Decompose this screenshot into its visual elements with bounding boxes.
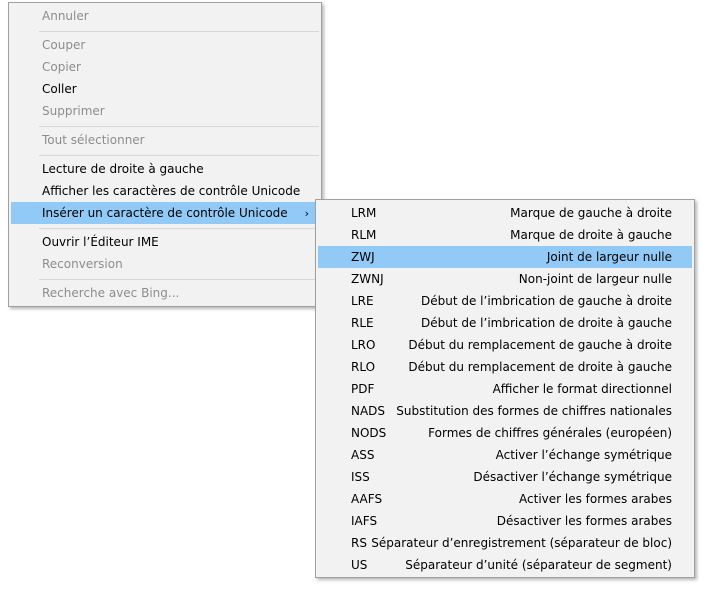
submenu-item-zwj[interactable]: ZWJ Joint de largeur nulle: [318, 246, 692, 268]
menu-item-label: Copier: [42, 60, 81, 74]
chevron-right-icon: ›: [304, 206, 309, 220]
submenu-item-rle[interactable]: RLE Début de l’imbrication de droite à g…: [318, 312, 692, 334]
menu-item-label: Reconversion: [42, 257, 123, 271]
control-code: AAFS: [351, 492, 383, 506]
submenu-item-lro[interactable]: LRO Début du remplacement de gauche à dr…: [318, 334, 692, 356]
control-description: Formes de chiffres générales (européen): [428, 426, 672, 440]
menu-item-coller[interactable]: Coller: [11, 78, 319, 100]
control-code: RS: [351, 536, 367, 550]
submenu-item-lrm[interactable]: LRM Marque de gauche à droite: [318, 202, 692, 224]
menu-separator: [39, 155, 319, 156]
control-code: ZWJ: [351, 250, 375, 264]
submenu-item-iafs[interactable]: IAFS Désactiver les formes arabes: [318, 510, 692, 532]
menu-item-recherche-bing[interactable]: Recherche avec Bing...: [11, 282, 319, 304]
menu-separator: [39, 228, 319, 229]
control-code: LRM: [351, 206, 377, 220]
control-code: ISS: [351, 470, 370, 484]
control-code: NADS: [351, 404, 386, 418]
control-description: Désactiver les formes arabes: [496, 514, 672, 528]
menu-item-lecture-droite-gauche[interactable]: Lecture de droite à gauche: [11, 158, 319, 180]
menu-item-label: Coller: [42, 82, 77, 96]
menu-item-supprimer[interactable]: Supprimer: [11, 100, 319, 122]
menu-separator: [39, 31, 319, 32]
control-description: Activer les formes arabes: [519, 492, 672, 506]
control-code: NODS: [351, 426, 387, 440]
menu-item-copier[interactable]: Copier: [11, 56, 319, 78]
control-description: Désactiver l’échange symétrique: [473, 470, 672, 484]
submenu-item-nods[interactable]: NODS Formes de chiffres générales (europ…: [318, 422, 692, 444]
menu-separator: [39, 279, 319, 280]
unicode-control-submenu: LRM Marque de gauche à droite RLM Marque…: [315, 199, 695, 578]
submenu-item-lre[interactable]: LRE Début de l’imbrication de gauche à d…: [318, 290, 692, 312]
control-code: ZWNJ: [351, 272, 384, 286]
submenu-item-rs[interactable]: RS Séparateur d’enregistrement (séparate…: [318, 532, 692, 554]
menu-item-label: Annuler: [42, 9, 89, 23]
submenu-item-pdf[interactable]: PDF Afficher le format directionnel: [318, 378, 692, 400]
submenu-item-iss[interactable]: ISS Désactiver l’échange symétrique: [318, 466, 692, 488]
control-description: Marque de gauche à droite: [510, 206, 672, 220]
control-description: Début du remplacement de gauche à droite: [408, 338, 672, 352]
submenu-item-rlm[interactable]: RLM Marque de droite à gauche: [318, 224, 692, 246]
control-description: Début de l’imbrication de gauche à droit…: [421, 294, 672, 308]
control-description: Début de l’imbrication de droite à gauch…: [421, 316, 672, 330]
control-description: Activer l’échange symétrique: [495, 448, 672, 462]
control-description: Début du remplacement de droite à gauche: [408, 360, 672, 374]
menu-item-ouvrir-editeur-ime[interactable]: Ouvrir l’Éditeur IME: [11, 231, 319, 253]
control-description: Séparateur d’enregistrement (séparateur …: [371, 536, 672, 550]
submenu-item-aafs[interactable]: AAFS Activer les formes arabes: [318, 488, 692, 510]
control-description: Afficher le format directionnel: [492, 382, 672, 396]
menu-item-tout-selectionner[interactable]: Tout sélectionner: [11, 129, 319, 151]
control-code: LRO: [351, 338, 376, 352]
control-code: US: [351, 558, 368, 572]
menu-separator: [39, 126, 319, 127]
control-code: ASS: [351, 448, 375, 462]
control-code: IAFS: [351, 514, 378, 528]
submenu-item-nads[interactable]: NADS Substitution des formes de chiffres…: [318, 400, 692, 422]
menu-item-label: Couper: [42, 38, 86, 52]
menu-item-couper[interactable]: Couper: [11, 34, 319, 56]
menu-item-label: Afficher les caractères de contrôle Unic…: [42, 184, 301, 198]
control-code: PDF: [351, 382, 375, 396]
menu-item-label: Tout sélectionner: [42, 133, 145, 147]
control-code: RLO: [351, 360, 376, 374]
control-description: Joint de largeur nulle: [546, 250, 672, 264]
menu-item-annuler[interactable]: Annuler: [11, 5, 319, 27]
menu-item-reconversion[interactable]: Reconversion: [11, 253, 319, 275]
menu-item-label: Recherche avec Bing...: [42, 286, 180, 300]
submenu-item-us[interactable]: US Séparateur d’unité (séparateur de seg…: [318, 554, 692, 576]
control-description: Non-joint de largeur nulle: [518, 272, 672, 286]
control-description: Substitution des formes de chiffres nati…: [396, 404, 672, 418]
control-code: RLE: [351, 316, 374, 330]
menu-item-afficher-caracteres-controle[interactable]: Afficher les caractères de contrôle Unic…: [11, 180, 319, 202]
control-description: Marque de droite à gauche: [510, 228, 672, 242]
control-description: Séparateur d’unité (séparateur de segmen…: [405, 558, 672, 572]
context-menu: Annuler Couper Copier Coller Supprimer T…: [8, 2, 322, 307]
submenu-item-zwnj[interactable]: ZWNJ Non-joint de largeur nulle: [318, 268, 692, 290]
submenu-item-rlo[interactable]: RLO Début du remplacement de droite à ga…: [318, 356, 692, 378]
submenu-item-ass[interactable]: ASS Activer l’échange symétrique: [318, 444, 692, 466]
menu-item-label: Lecture de droite à gauche: [42, 162, 204, 176]
menu-item-label: Supprimer: [42, 104, 105, 118]
control-code: LRE: [351, 294, 374, 308]
menu-item-label: Ouvrir l’Éditeur IME: [42, 235, 159, 249]
menu-item-label: Insérer un caractère de contrôle Unicode: [42, 206, 288, 220]
menu-item-inserer-caractere-controle[interactable]: Insérer un caractère de contrôle Unicode…: [11, 202, 319, 224]
control-code: RLM: [351, 228, 377, 242]
